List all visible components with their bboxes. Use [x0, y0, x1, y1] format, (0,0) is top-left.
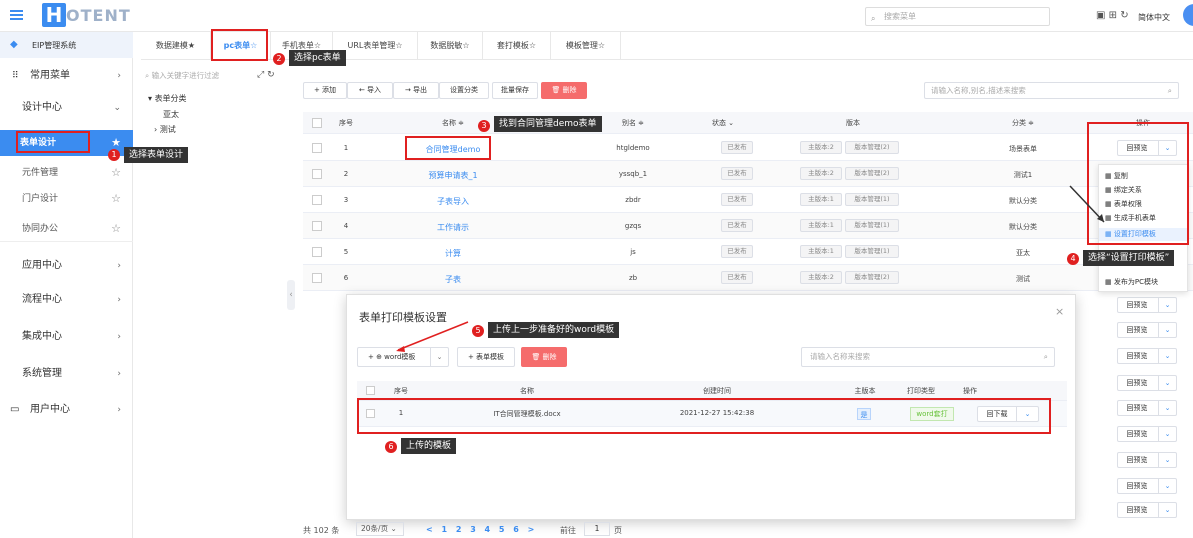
step-callout: 选择表单设计: [124, 147, 189, 163]
step-callout: 选择“设置打印模板”: [1083, 250, 1175, 266]
annotation-arrows: [396, 185, 1105, 352]
step-number: 2: [273, 53, 285, 65]
step-number: 5: [472, 325, 484, 337]
step-callout: 选择pc表单: [289, 50, 346, 66]
step-number: 3: [478, 120, 490, 132]
step-callout: 找到合同管理demo表单: [494, 116, 602, 132]
step-number: 4: [1067, 253, 1079, 265]
arrow-head: [396, 346, 405, 352]
step-callout: 上传的模板: [401, 438, 457, 454]
arrow-line: [1069, 185, 1105, 223]
step-callout: 上传上一步准备好的word模板: [488, 322, 620, 338]
step-number: 1: [108, 149, 120, 161]
step-number: 6: [385, 441, 397, 453]
arrow-line: [397, 321, 469, 351]
